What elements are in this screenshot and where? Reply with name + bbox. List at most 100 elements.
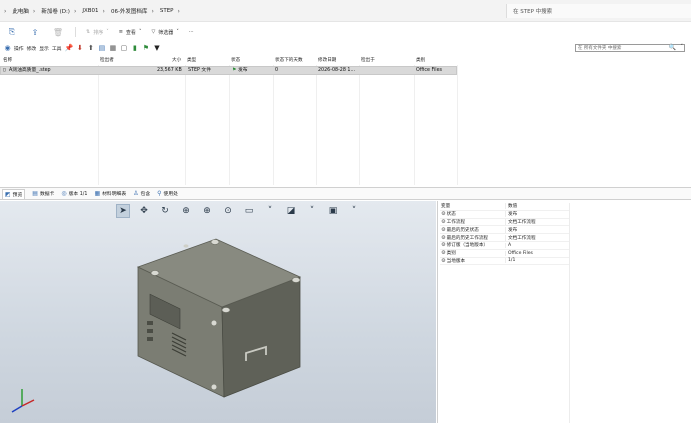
check-in-icon[interactable]: ⬆: [86, 44, 95, 53]
chevron-down-icon[interactable]: ˅: [305, 204, 319, 218]
divider: [273, 65, 274, 185]
menu-tools[interactable]: 工具: [52, 45, 62, 52]
dropdown-arrow-icon[interactable]: ▼: [152, 44, 161, 53]
column-size[interactable]: 大小: [172, 57, 181, 65]
menu-display[interactable]: 显示: [39, 45, 49, 52]
divider: [569, 203, 570, 423]
file-list-header: 名称 检出者 大小 类型 状态 状态下的天数 修改日期 检出于 类别: [0, 57, 691, 65]
zoom-window-icon[interactable]: ⊕: [179, 204, 193, 218]
menu-operation[interactable]: 操作: [14, 45, 24, 52]
more-button[interactable]: ···: [189, 29, 194, 35]
menu-modify[interactable]: 修改: [27, 45, 37, 52]
search-icon[interactable]: 🔍: [669, 44, 676, 51]
preview-tab-bar: ◩ 预览 ▤ 数据卡 ◎ 版本 1/1 ▦ 材料明细表 ♙ 包含 ⚲ 使用处: [0, 187, 691, 200]
tab-preview[interactable]: ◩ 预览: [2, 188, 26, 199]
chevron-down-icon[interactable]: ˅: [347, 204, 361, 218]
breadcrumb-item[interactable]: › 新加卷 (D:): [29, 7, 70, 16]
pdm-search-input[interactable]: 在 所有文件夹 中搜索 🔍 ˅: [575, 44, 685, 52]
mounting-boss: [183, 244, 189, 248]
sort-button[interactable]: ⇅ 排序 ˅: [86, 29, 109, 36]
view-orientation-icon[interactable]: ◪: [284, 204, 298, 218]
divider: [185, 65, 186, 185]
file-state: 发布: [238, 68, 248, 73]
chevron-down-icon[interactable]: ˅: [263, 204, 277, 218]
tab-bom[interactable]: ▦ 材料明细表: [94, 190, 126, 197]
delete-icon[interactable]: 🗑: [52, 26, 64, 38]
chevron-right-icon: ›: [73, 7, 77, 15]
divider: [414, 65, 415, 185]
version-icon: ◎: [61, 190, 67, 197]
filter-button[interactable]: ▽ 筛选器 ˅: [151, 29, 178, 36]
select-arrow-icon[interactable]: ➤: [116, 203, 130, 218]
column-type[interactable]: 类型: [187, 57, 196, 65]
gear-icon: ⚙: [441, 234, 446, 241]
divider: [98, 65, 99, 185]
property-value: 文档工作流程: [505, 218, 570, 225]
vault-icon[interactable]: ◉: [3, 44, 12, 53]
datacard-icon: ▤: [32, 190, 38, 197]
get-latest-icon[interactable]: ▤: [97, 44, 106, 53]
where-used-icon: ⚲: [157, 190, 162, 197]
column-state[interactable]: 状态: [231, 57, 240, 65]
chevron-down-icon[interactable]: ˅: [681, 44, 684, 50]
gear-icon: ⚙: [441, 226, 446, 233]
search-input[interactable]: 在 STEP 中搜索: [506, 4, 691, 18]
address-bar: › 此电脑 › 新加卷 (D:) › JXB01 › 06-外发图档库 › STEP › …: [0, 0, 691, 22]
connector-port: [147, 321, 153, 325]
breadcrumb-item[interactable]: › STEP: [147, 8, 173, 15]
table-header-row: 变量 数值: [440, 203, 570, 211]
column-checked-out-by[interactable]: 检出者: [100, 57, 114, 65]
view-icon: ≡: [118, 29, 123, 35]
breadcrumb-item[interactable]: › 06-外发图档库: [99, 7, 148, 16]
connector-port: [147, 329, 153, 333]
table-row: ⚙ 当地版本 1/1: [440, 258, 570, 266]
table-row: ⚙ 最后的历史工作流程 文档工作流程: [440, 234, 570, 242]
tab-contains[interactable]: ♙ 包含: [133, 190, 150, 197]
column-name[interactable]: 名称: [3, 57, 12, 65]
document-icon[interactable]: ▢: [119, 44, 128, 53]
gear-icon: ⚙: [441, 257, 446, 264]
tab-version[interactable]: ◎ 版本 1/1: [61, 190, 87, 197]
display-mode-icon[interactable]: ▭: [242, 204, 256, 218]
divider: [316, 65, 317, 185]
check-out-icon[interactable]: ⬇: [75, 44, 84, 53]
gear-icon: ⚙: [441, 250, 446, 257]
property-key: 最后的历史状态: [446, 227, 479, 233]
column-modified[interactable]: 修改日期: [318, 57, 336, 65]
view-button[interactable]: ≡ 查看 ˅: [119, 29, 142, 36]
breadcrumb-chevron[interactable]: ›: [174, 8, 186, 15]
model-viewport[interactable]: [0, 201, 436, 423]
share-icon[interactable]: ⇪: [29, 26, 41, 38]
table-row: ⚙ 状态 发布: [440, 211, 570, 219]
section-view-icon[interactable]: ▣: [326, 204, 340, 218]
breadcrumb-item[interactable]: › 此电脑: [0, 7, 29, 16]
copy-path-icon[interactable]: ⎘: [6, 26, 18, 38]
zoom-in-icon[interactable]: ⊕: [200, 204, 214, 218]
chevron-right-icon: ›: [102, 7, 105, 15]
chevron-right-icon: ›: [151, 7, 154, 15]
filter-icon: ▽: [151, 29, 156, 35]
chevron-right-icon: ›: [32, 7, 36, 15]
tab-datacard[interactable]: ▤ 数据卡: [32, 190, 54, 197]
sort-icon: ⇅: [86, 29, 91, 35]
properties-panel: 变量 数值 ⚙ 状态 发布 ⚙ 工作流程 文档工作流程 ⚙ 最后的历史状态 发布 ⚙ 最…: [437, 201, 691, 423]
rotate-icon[interactable]: ↻: [158, 204, 172, 218]
table-row[interactable]: ▯ A测油高质量_.step 23,567 KB STEP 文件 ⚑ 发布 0 …: [0, 66, 457, 75]
column-days-in-state[interactable]: 状态下的天数: [275, 57, 303, 65]
column-category[interactable]: 类别: [416, 57, 425, 65]
mounting-boss: [210, 239, 220, 245]
zoom-fit-icon[interactable]: ⊙: [221, 204, 235, 218]
breadcrumb-item[interactable]: › JXB01: [70, 8, 99, 15]
header-variable: 变量: [441, 204, 451, 210]
gear-icon: ⚙: [441, 242, 446, 249]
copy-tree-icon[interactable]: ▦: [108, 44, 117, 53]
file-icon: ▯: [3, 68, 6, 73]
column-checked-out-on[interactable]: 检出于: [361, 57, 375, 65]
pan-icon[interactable]: ✥: [137, 204, 151, 218]
tab-where-used[interactable]: ⚲ 使用处: [157, 190, 178, 197]
screw-head: [211, 384, 217, 390]
file-category: Office Files: [416, 68, 443, 73]
workflow-icon[interactable]: ⚑: [141, 44, 150, 53]
pin-icon[interactable]: 📌: [64, 44, 74, 53]
green-file-icon[interactable]: ▮: [130, 44, 139, 53]
